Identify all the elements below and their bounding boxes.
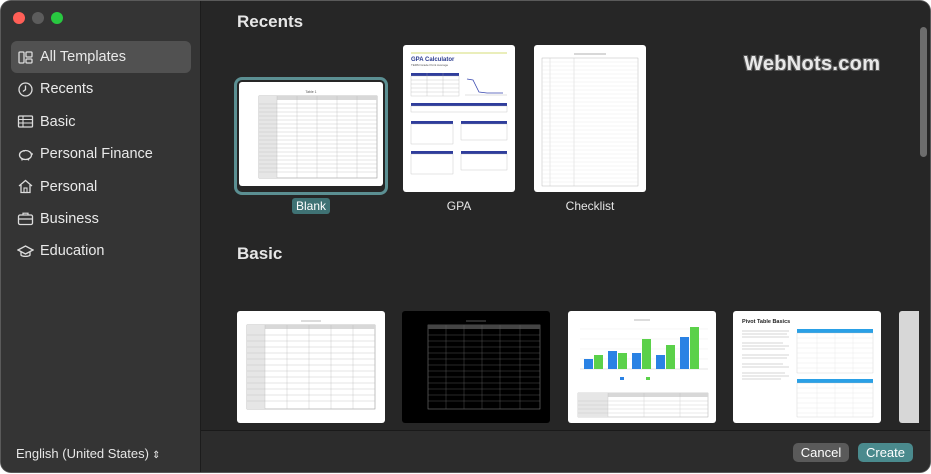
sidebar-item-label: Recents (40, 81, 94, 98)
section-title-recents: Recents (237, 12, 304, 31)
create-button[interactable]: Create (858, 443, 913, 462)
sidebar-item-business[interactable]: Business (11, 203, 191, 235)
close-window-button[interactable] (13, 12, 25, 24)
sidebar-item-label: Personal (40, 178, 98, 195)
template-chooser-window: All Templates Recents Basic Personal Fin… (1, 1, 930, 472)
template-label-blank[interactable]: Blank (292, 198, 331, 214)
clock-icon (17, 81, 34, 98)
template-label-checklist[interactable]: Checklist (534, 199, 646, 213)
sidebar-item-personal[interactable]: Personal (11, 171, 191, 203)
sidebar-item-label: Basic (40, 113, 76, 130)
template-thumbnail-pivot-table[interactable]: Pivot Table Basics (733, 311, 881, 423)
maximize-window-button[interactable] (51, 12, 63, 24)
piggy-bank-icon (17, 146, 34, 163)
template-thumbnail-checklist[interactable] (534, 45, 646, 192)
svg-text:Table 1: Table 1 (305, 90, 316, 94)
template-thumbnail-gpa[interactable]: GPA Calculator TERM Grade Point Average (403, 45, 515, 192)
template-thumbnail-basic-blank[interactable] (237, 311, 385, 423)
sidebar-item-label: Education (40, 243, 105, 260)
cancel-button[interactable]: Cancel (793, 443, 849, 462)
sidebar-item-all-templates[interactable]: All Templates (11, 41, 191, 73)
chevron-up-down-icon: ⇕ (151, 450, 161, 461)
language-label: English (United States) (16, 446, 149, 461)
vertical-scrollbar[interactable] (920, 27, 927, 157)
sidebar: All Templates Recents Basic Personal Fin… (1, 1, 201, 472)
house-icon (17, 178, 34, 195)
dialog-footer: Cancel Create (201, 430, 930, 472)
pivot-preview-title: Pivot Table Basics (742, 319, 790, 325)
section-title-basic: Basic (237, 244, 283, 263)
template-grid-icon (17, 49, 34, 66)
template-thumbnail-blank[interactable]: Table 1 (239, 82, 383, 186)
sidebar-item-basic[interactable]: Basic (11, 106, 191, 138)
category-list: All Templates Recents Basic Personal Fin… (11, 41, 191, 268)
sidebar-item-education[interactable]: Education (11, 235, 191, 267)
template-thumbnail-partial[interactable] (899, 311, 919, 423)
template-thumbnail-basic-chart[interactable] (568, 311, 716, 423)
briefcase-icon (17, 210, 34, 227)
language-selector[interactable]: English (United States) ⇕ (16, 446, 160, 461)
template-label-gpa[interactable]: GPA (403, 199, 515, 213)
table-icon (17, 113, 34, 130)
sidebar-item-recents[interactable]: Recents (11, 73, 191, 105)
sidebar-item-personal-finance[interactable]: Personal Finance (11, 138, 191, 170)
sidebar-item-label: Personal Finance (40, 146, 153, 163)
sidebar-item-label: Business (40, 210, 99, 227)
template-thumbnail-basic-dark[interactable] (402, 311, 550, 423)
graduation-cap-icon (17, 243, 34, 260)
minimize-window-button[interactable] (32, 12, 44, 24)
sidebar-item-label: All Templates (40, 49, 126, 65)
gpa-preview-subtitle: TERM Grade Point Average (411, 63, 448, 67)
watermark-logo: WebNots.com (744, 53, 881, 75)
